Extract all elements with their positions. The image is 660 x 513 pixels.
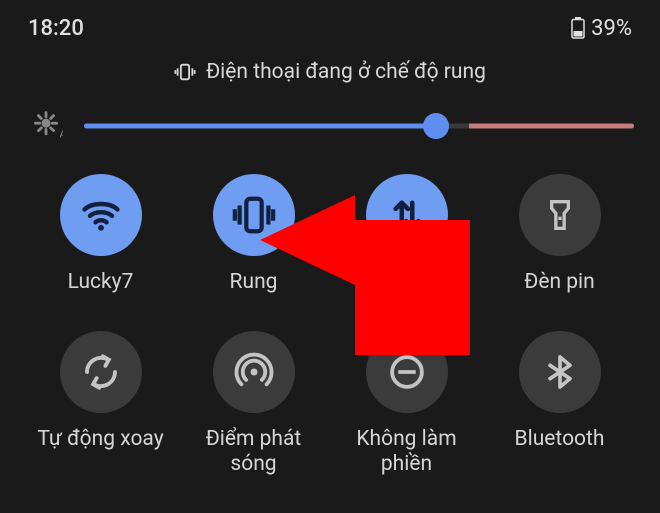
tile-mobile-data[interactable]: di động (330, 174, 483, 295)
tile-dnd-button[interactable] (366, 331, 448, 413)
tile-bluetooth-label: Bluetooth (515, 427, 605, 452)
tile-hotspot[interactable]: Điểm phát sóng (177, 331, 330, 477)
status-time: 18:20 (28, 16, 84, 41)
tile-mobile-data-button[interactable] (366, 174, 448, 256)
tile-flashlight-button[interactable] (519, 174, 601, 256)
tile-flashlight[interactable]: Đèn pin (483, 174, 636, 295)
tile-bluetooth-button[interactable] (519, 331, 601, 413)
tile-wifi-label: Lucky7 (68, 270, 134, 295)
tile-vibrate-button[interactable] (213, 174, 295, 256)
dnd-icon (386, 351, 428, 393)
brightness-slider-thumb[interactable] (423, 113, 449, 139)
tile-vibrate[interactable]: Rung (177, 174, 330, 295)
flashlight-icon (540, 195, 580, 235)
status-banner: Điện thoại đang ở chế độ rung (0, 56, 660, 88)
tile-auto-rotate-label: Tự động xoay (37, 427, 163, 452)
hotspot-icon (233, 351, 275, 393)
tile-auto-rotate[interactable]: Tự động xoay (24, 331, 177, 477)
vibrate-icon (231, 192, 277, 238)
vibrate-icon (174, 61, 196, 83)
brightness-slider[interactable] (84, 113, 634, 139)
status-banner-text: Điện thoại đang ở chế độ rung (206, 60, 486, 84)
tile-flashlight-label: Đèn pin (524, 270, 595, 295)
brightness-slider-fill (84, 124, 436, 129)
data-transfer-icon (386, 194, 428, 236)
battery-icon (571, 17, 585, 39)
tile-wifi-button[interactable] (60, 174, 142, 256)
brightness-row: A (0, 106, 660, 146)
wifi-icon (79, 193, 123, 237)
auto-rotate-icon (80, 351, 122, 393)
battery-percent: 39% (591, 16, 632, 41)
tile-hotspot-button[interactable] (213, 331, 295, 413)
status-bar: 18:20 39% (0, 0, 660, 42)
tile-wifi[interactable]: Lucky7 (24, 174, 177, 295)
tile-dnd-label: Không làm phiền (356, 427, 456, 477)
tile-dnd[interactable]: Không làm phiền (330, 331, 483, 477)
tile-mobile-data-label: di động (371, 270, 441, 295)
tile-hotspot-label: Điểm phát sóng (206, 427, 302, 477)
quick-settings-grid: Lucky7 Rung di động Đèn pin (0, 174, 660, 478)
bluetooth-icon (540, 352, 580, 392)
tile-vibrate-label: Rung (230, 270, 278, 295)
tile-auto-rotate-button[interactable] (60, 331, 142, 413)
auto-brightness-icon[interactable]: A (26, 106, 66, 146)
status-battery: 39% (571, 16, 632, 41)
tile-bluetooth[interactable]: Bluetooth (483, 331, 636, 477)
svg-text:A: A (59, 129, 63, 140)
